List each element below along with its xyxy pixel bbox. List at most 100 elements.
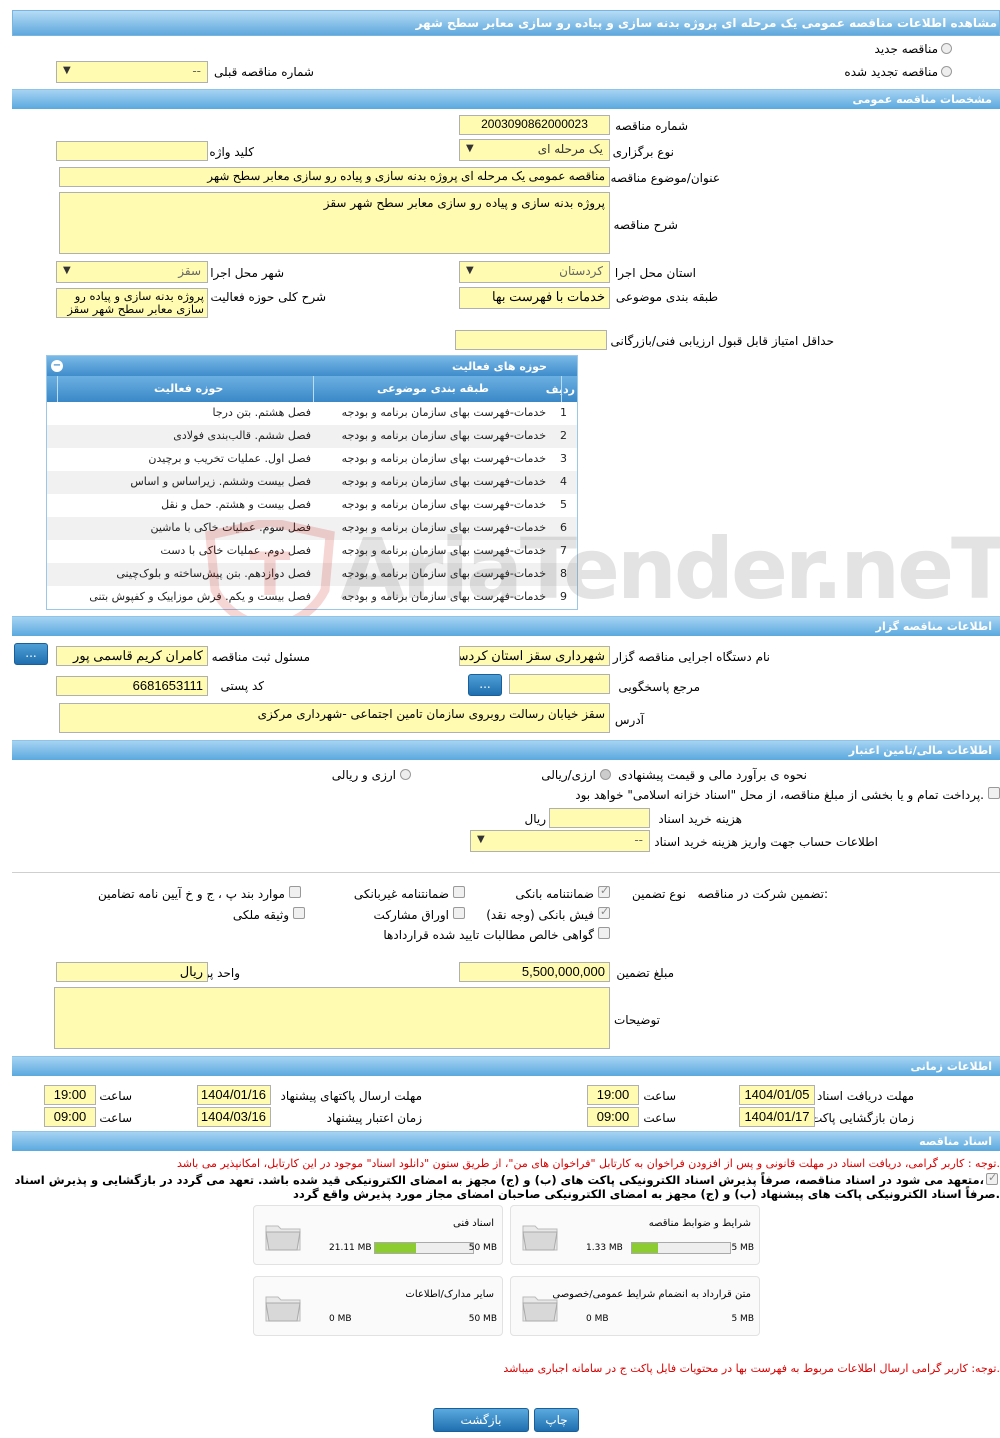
bank-checkbox[interactable] [598, 884, 610, 898]
table-row: 5 خدمات-فهرست بهای سازمان برنامه و بودجه ف… [47, 494, 577, 517]
number-field[interactable]: 2003090862000023 [459, 115, 610, 135]
bonds-label: اوراق مشارکت [373, 908, 449, 922]
timing-section-header: اطلاعات زمانی [12, 1056, 1000, 1076]
row-category: خدمات-فهرست بهای سازمان برنامه و بودجه [341, 406, 546, 419]
row-category: خدمات-فهرست بهای سازمان برنامه و بودجه [341, 544, 546, 557]
document-tile[interactable]: شرایط و ضوابط مناقصه 1.33 MB 5 MB [510, 1205, 760, 1265]
minscore-field[interactable] [455, 330, 607, 350]
collapse-icon[interactable]: − [51, 360, 63, 372]
type-label: نوع برگزاری [612, 145, 674, 159]
select-ref-button[interactable]: ... [468, 674, 502, 696]
row-number: 8 [560, 567, 567, 580]
document-tile[interactable]: متن قرارداد به انضمام شرایط عمومی/خصوصی 0… [510, 1276, 760, 1336]
address-field[interactable]: سقز خیابان رسالت روبروی سازمان تامین اجت… [59, 703, 610, 733]
row-number: 4 [560, 475, 567, 488]
finance-section-header: اطلاعات مالی/تامین اعتبار [12, 740, 1000, 760]
back-button[interactable]: بازگشت [433, 1408, 529, 1432]
method-opt1-radio[interactable] [600, 769, 611, 780]
renewed-tender-label: مناقصه تجدید شده [844, 65, 938, 79]
ref-field[interactable] [509, 674, 610, 694]
bonds-checkbox[interactable] [453, 907, 465, 919]
row-category: خدمات-فهرست بهای سازمان برنامه و بودجه [341, 590, 546, 603]
account-select[interactable]: -- ▼ [470, 830, 650, 852]
type-select[interactable]: یک مرحله ای ▼ [459, 139, 610, 161]
open-time-field[interactable]: 09:00 [587, 1107, 639, 1127]
number-label: شماره مناقصه [615, 119, 688, 133]
postal-field[interactable]: 6681653111 [56, 676, 208, 696]
row-activity: فصل دوازدهم. بتن پیش‌ساخته و بلوک‌چینی [116, 567, 311, 580]
doc-cost-field[interactable] [549, 808, 650, 828]
ref-label: مرجع پاسخگویی [618, 680, 700, 694]
property-checkbox[interactable] [293, 907, 305, 919]
account-label: اطلاعات حساب جهت واریز هزینه خرید اسناد [654, 835, 878, 849]
province-select[interactable]: کردستان ▼ [459, 261, 610, 283]
activity-field[interactable]: پروژه بدنه سازی و پیاده رو سازی معابر سط… [56, 288, 208, 318]
method-label: نحوه ی برآورد مالی و قیمت پیشنهادی [618, 768, 807, 782]
send-date-field[interactable]: 1404/01/16 [197, 1085, 271, 1105]
row-category: خدمات-فهرست بهای سازمان برنامه و بودجه [341, 521, 546, 534]
valid-time-field[interactable]: 09:00 [44, 1107, 96, 1127]
divider [12, 872, 1000, 873]
col-category-header: طبقه بندی موضوعی [377, 382, 490, 395]
commit-text-1: متعهد می شود در اسناد مناقصه، صرفاً پذیر… [14, 1173, 984, 1187]
activity-label: شرح کلی حوزه فعالیت [210, 290, 327, 304]
row-activity: فصل هشتم. بتن درجا [212, 406, 311, 419]
receive-time-field[interactable]: 19:00 [587, 1085, 639, 1105]
chevron-down-icon: ▼ [477, 834, 485, 845]
org-field[interactable]: شهرداری سقز استان کردستان [459, 646, 610, 666]
folder-icon [265, 1296, 301, 1322]
renewed-tender-radio[interactable] [941, 66, 952, 77]
page-title: مشاهده اطلاعات مناقصه عمومی یک مرحله ای … [415, 16, 997, 30]
table-row: 3 خدمات-فهرست بهای سازمان برنامه و بودجه ف… [47, 448, 577, 471]
commit-checkbox[interactable] [986, 1171, 998, 1185]
send-label: مهلت ارسال پاکتهای پیشنهاد [280, 1089, 422, 1103]
valid-date-field[interactable]: 1404/03/16 [197, 1107, 271, 1127]
table-row: 2 خدمات-فهرست بهای سازمان برنامه و بودجه ف… [47, 425, 577, 448]
payment-note: پرداخت تمام و یا بخشی از مبلغ مناقصه، از… [575, 788, 984, 802]
claims-label: گواهی خالص مطالبات تایید شده قراردادها [383, 928, 594, 942]
row-number: 7 [560, 544, 567, 557]
resp-field[interactable]: کامران کریم قاسمی پور [56, 646, 208, 666]
activities-grid: حوزه های فعالیت − ردیف طبقه بندی موضوعی … [46, 355, 578, 610]
prev-number-select[interactable]: -- ▼ [56, 61, 208, 83]
print-button[interactable]: چاپ [534, 1408, 579, 1432]
chevron-down-icon: ▼ [63, 65, 71, 76]
cash-label: فیش بانکی (وجه نقد) [486, 908, 594, 922]
table-row: 6 خدمات-فهرست بهای سازمان برنامه و بودجه ف… [47, 517, 577, 540]
row-category: خدمات-فهرست بهای سازمان برنامه و بودجه [341, 429, 546, 442]
clauses-checkbox[interactable] [289, 886, 301, 898]
upload-progress-fill [632, 1243, 659, 1253]
province-label: استان محل اجرا [614, 266, 696, 280]
document-tile[interactable]: سایر مدارک/اطلاعات 0 MB 50 MB [253, 1276, 503, 1336]
notes-field[interactable] [54, 987, 610, 1049]
row-category: خدمات-فهرست بهای سازمان برنامه و بودجه [341, 567, 546, 580]
used-size: 0 MB [329, 1314, 352, 1324]
subject-field[interactable]: مناقصه عمومی یک مرحله ای پروژه بدنه سازی… [59, 167, 610, 187]
cash-checkbox[interactable] [598, 905, 610, 919]
claims-checkbox[interactable] [598, 927, 610, 939]
open-time-label: ساعت [643, 1111, 676, 1125]
chevron-down-icon: ▼ [63, 265, 71, 276]
payment-checkbox[interactable] [988, 787, 1000, 799]
method-opt2-label: ارزی و ریالی [331, 768, 396, 782]
open-date-field[interactable]: 1404/01/17 [739, 1107, 815, 1127]
new-tender-label: مناقصه جدید [874, 42, 938, 56]
method-opt2-radio[interactable] [400, 769, 411, 780]
city-select[interactable]: سقز ▼ [56, 261, 208, 283]
desc-field[interactable]: پروژه بدنه سازی و پیاده رو سازی معابر سط… [59, 192, 610, 254]
document-tile[interactable]: اسناد فنی 21.11 MB 50 MB [253, 1205, 503, 1265]
select-resp-button[interactable]: ... [14, 643, 48, 665]
nonbank-checkbox[interactable] [453, 886, 465, 898]
receive-date-field[interactable]: 1404/01/05 [739, 1085, 815, 1105]
currency-field[interactable]: ریال [56, 962, 208, 982]
new-tender-radio[interactable] [941, 43, 952, 54]
upload-progress-fill [375, 1243, 417, 1253]
keyword-field[interactable] [56, 141, 208, 161]
amount-field[interactable]: 5,500,000,000 [459, 962, 610, 982]
commit-text-2: صرفاً اسناد الکترونیکی پاکت های پیشنهاد … [293, 1187, 1000, 1201]
category-field[interactable]: خدمات با فهرست بها [459, 287, 610, 309]
send-time-field[interactable]: 19:00 [44, 1085, 96, 1105]
property-label: وثیقه ملکی [232, 908, 289, 922]
table-row: 8 خدمات-فهرست بهای سازمان برنامه و بودجه ف… [47, 563, 577, 586]
category-label: طبقه بندی موضوعی [615, 290, 718, 304]
